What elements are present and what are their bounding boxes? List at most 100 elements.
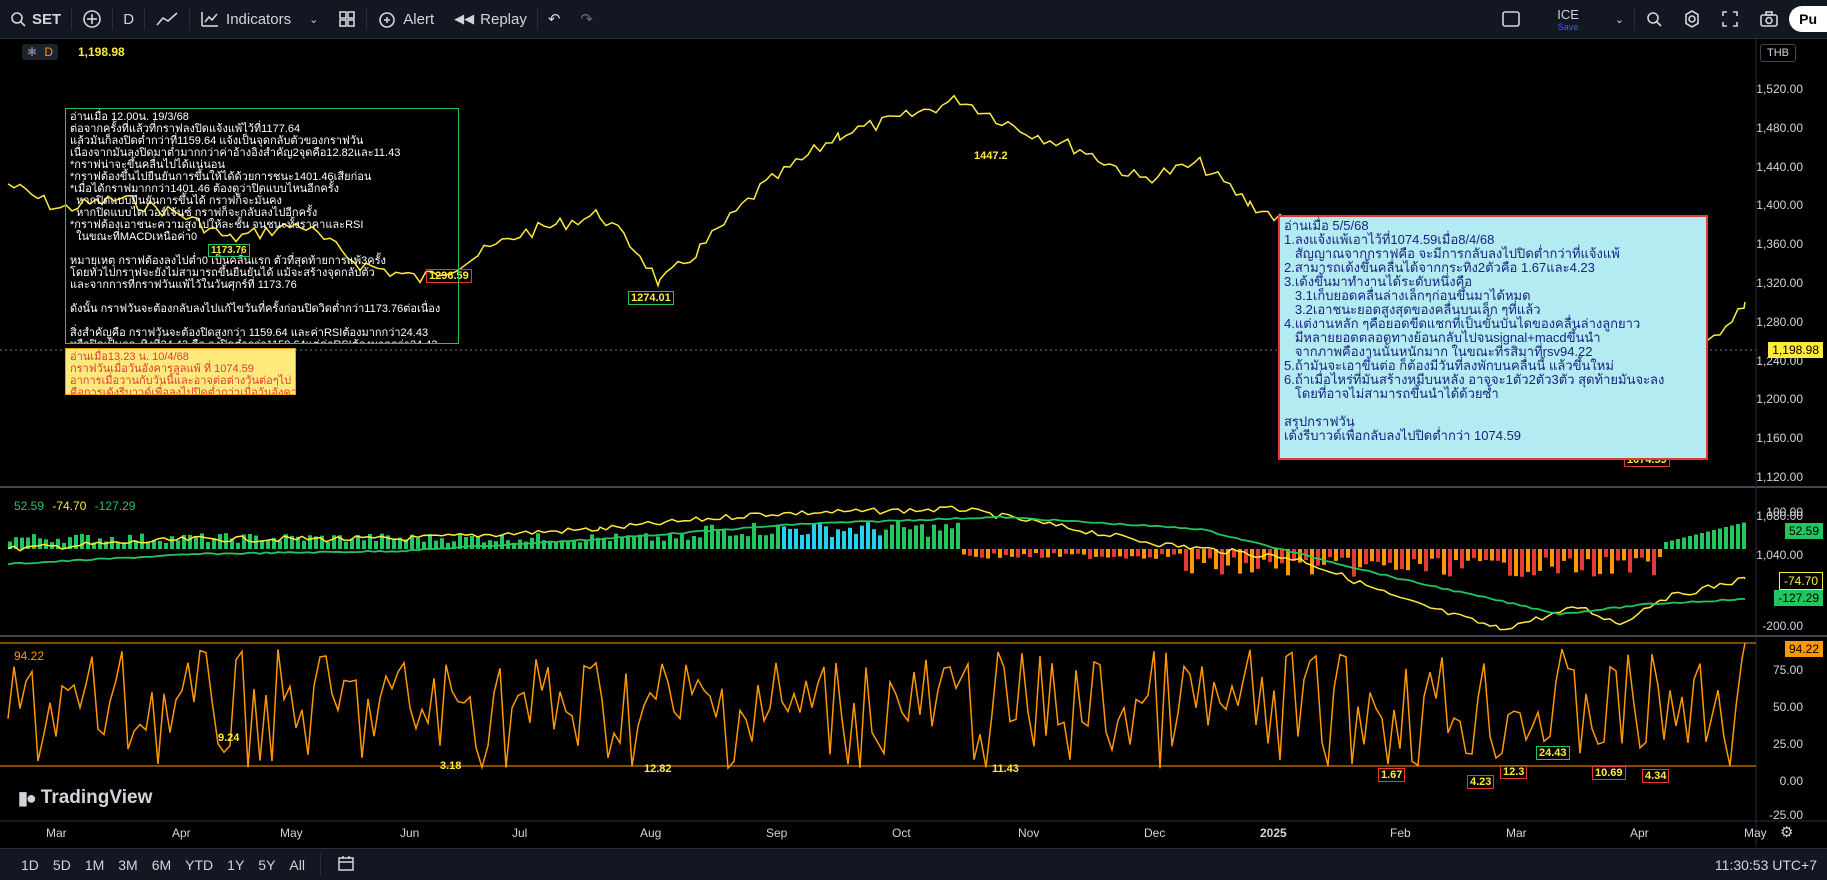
currency-button[interactable]: THB bbox=[1760, 44, 1796, 62]
fullscreen-button[interactable] bbox=[1711, 0, 1749, 38]
layout-button[interactable] bbox=[1491, 0, 1531, 38]
macd-bar bbox=[1736, 524, 1740, 549]
time-axis-label: Oct bbox=[892, 826, 911, 840]
rsi-label: 12.82 bbox=[644, 763, 672, 775]
macd-bar bbox=[1622, 549, 1626, 561]
macd-bar bbox=[704, 525, 708, 549]
replay-button[interactable]: ◀◀ Replay bbox=[444, 0, 537, 38]
macd-bar bbox=[896, 521, 900, 549]
publish-button[interactable]: Pu bbox=[1789, 6, 1827, 32]
macd-bar bbox=[1286, 549, 1290, 576]
snapshot-button[interactable] bbox=[1749, 0, 1789, 38]
templates-button[interactable] bbox=[328, 0, 366, 38]
settings-button[interactable] bbox=[1673, 0, 1711, 38]
undo-button[interactable]: ↶ bbox=[538, 0, 571, 38]
range-1m[interactable]: 1M bbox=[78, 857, 111, 873]
low-label: 1173.76 bbox=[208, 244, 250, 257]
macd-bar bbox=[1058, 549, 1062, 557]
macd-legend: 52.59 -74.70 -127.29 bbox=[14, 499, 135, 513]
low-label: 1274.01 bbox=[628, 291, 674, 305]
indicators-label: Indicators bbox=[226, 10, 292, 28]
macd-bar bbox=[1310, 549, 1314, 575]
macd-bar bbox=[308, 535, 312, 549]
rsi-label: 10.69 bbox=[1592, 766, 1626, 780]
macd-bar bbox=[1562, 549, 1566, 561]
range-ytd[interactable]: YTD bbox=[178, 857, 220, 873]
layout-name-button[interactable]: ICE Save bbox=[1531, 0, 1605, 38]
macd-bar bbox=[614, 533, 618, 549]
macd-bar bbox=[830, 536, 834, 549]
interval-button[interactable]: D bbox=[113, 0, 144, 38]
macd-bar bbox=[1502, 549, 1506, 563]
macd-bar bbox=[1634, 549, 1638, 559]
range-5d[interactable]: 5D bbox=[46, 857, 78, 873]
macd-bar bbox=[1160, 549, 1164, 555]
indicators-button[interactable]: Indicators ⌄ bbox=[190, 0, 328, 38]
time-axis-label: Apr bbox=[1630, 826, 1649, 840]
chart-type-button[interactable] bbox=[145, 0, 189, 38]
macd-bar bbox=[1418, 549, 1422, 564]
gear-icon: ⚙ bbox=[1780, 824, 1794, 841]
macd-bar bbox=[860, 525, 864, 549]
macd-bar bbox=[1472, 549, 1476, 559]
clock[interactable]: 11:30:53 UTC+7 bbox=[1715, 857, 1817, 873]
macd-bar bbox=[908, 529, 912, 549]
range-5y[interactable]: 5Y bbox=[251, 857, 282, 873]
symbol-search-button[interactable]: SET bbox=[0, 0, 71, 38]
macd-bar bbox=[758, 534, 762, 549]
alert-label: Alert bbox=[403, 10, 435, 28]
chevron-down-icon: ⌄ bbox=[1614, 13, 1625, 26]
tradingview-logo[interactable]: ▮● TradingView bbox=[18, 787, 152, 809]
date-range-button[interactable] bbox=[329, 854, 363, 875]
macd-bar bbox=[884, 529, 888, 549]
text-note[interactable]: อ่านเมื่อ13.23 น. 10/4/68 กราฟวันเมื่อวั… bbox=[65, 348, 296, 395]
alert-button[interactable]: Alert bbox=[367, 0, 444, 38]
price-axis-label: 1,120.00 bbox=[1756, 470, 1803, 484]
macd-bar bbox=[1448, 549, 1452, 577]
divider bbox=[319, 853, 321, 876]
redo-button[interactable]: ↷ bbox=[570, 0, 603, 38]
macd-bar bbox=[890, 524, 894, 549]
macd-bar bbox=[1394, 549, 1398, 570]
macd-bar bbox=[800, 534, 804, 549]
price-axis-label: 1,040.00 bbox=[1756, 547, 1803, 562]
macd-bar bbox=[1172, 549, 1176, 555]
macd-bar bbox=[1346, 549, 1350, 558]
chart-settings-button[interactable]: ⚙ bbox=[1780, 823, 1793, 841]
quick-search-button[interactable] bbox=[1635, 0, 1673, 38]
layout-menu-button[interactable]: ⌄ bbox=[1605, 0, 1634, 38]
range-1y[interactable]: 1Y bbox=[220, 857, 251, 873]
macd-bar bbox=[560, 541, 564, 549]
macd-bar bbox=[1190, 549, 1194, 574]
range-1d[interactable]: 1D bbox=[14, 857, 46, 873]
range-all[interactable]: All bbox=[282, 857, 312, 873]
macd-bar bbox=[1496, 549, 1500, 561]
macd-bar bbox=[938, 530, 942, 549]
macd-tag: -74.70 bbox=[1778, 572, 1823, 590]
interval-label: D bbox=[123, 10, 135, 28]
compare-button[interactable] bbox=[72, 0, 112, 38]
macd-bar bbox=[1106, 549, 1110, 558]
macd-bar bbox=[38, 538, 42, 549]
macd-bar bbox=[968, 549, 972, 556]
rsi-axis-label: 50.00 bbox=[1772, 700, 1803, 714]
macd-bar bbox=[1022, 549, 1026, 555]
line-chart-icon bbox=[156, 12, 178, 26]
macd-bar bbox=[734, 535, 738, 549]
text-note[interactable]: อ่านเมื่อ 12.00น. 19/3/68 ต่อจากครั้งที่… bbox=[65, 108, 459, 344]
macd-bar bbox=[1508, 549, 1512, 576]
macd-bar bbox=[650, 540, 654, 549]
chart-area[interactable]: ✱ D 1,198.98 THB 1,520.00 1,480.00 1,440.0… bbox=[0, 39, 1827, 847]
search-icon bbox=[11, 12, 26, 27]
interval-badge-box[interactable]: ✱ D bbox=[22, 44, 59, 60]
range-6m[interactable]: 6M bbox=[145, 857, 178, 873]
macd-bar bbox=[1652, 549, 1656, 576]
range-3m[interactable]: 3M bbox=[111, 857, 144, 873]
macd-bar bbox=[260, 541, 264, 549]
macd-bar bbox=[1238, 549, 1242, 574]
text-note[interactable]: อ่านเมื่อ 5/5/68 1.ลงแจ้งแพ้เอาไว้ที่107… bbox=[1278, 215, 1708, 460]
macd-bar bbox=[1124, 549, 1128, 559]
macd-bar bbox=[1436, 549, 1440, 559]
macd-bar bbox=[1406, 549, 1410, 571]
macd-bar bbox=[1064, 549, 1068, 554]
